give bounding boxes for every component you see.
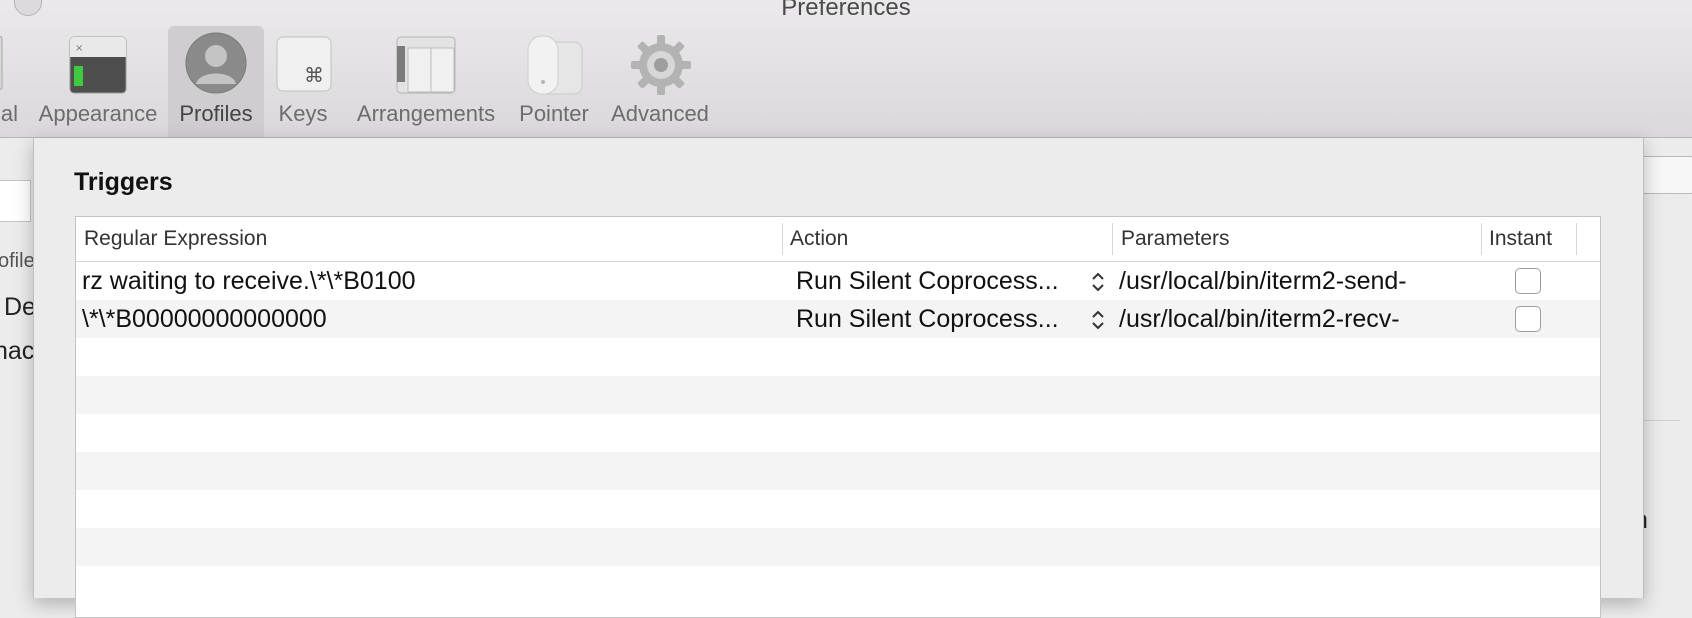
parameters-cell[interactable]: /usr/local/bin/iterm2-send- <box>1119 262 1474 300</box>
tab-keys[interactable]: ⌘ Keys <box>268 26 338 137</box>
empty-row <box>76 490 1600 528</box>
instant-checkbox[interactable] <box>1515 306 1541 332</box>
mouse-pointer-icon <box>527 35 583 95</box>
regex-cell[interactable]: \*\*B00000000000000 <box>82 300 772 338</box>
action-popup[interactable]: Run Silent Coprocess... <box>796 300 1059 338</box>
window-title: Preferences <box>781 0 911 21</box>
general-icon <box>0 36 3 90</box>
background-text-field <box>0 180 31 222</box>
tab-appearance-label: Appearance <box>38 101 158 126</box>
triggers-sheet: Triggers Regular Expression Action Param… <box>33 138 1644 618</box>
tab-arrangements[interactable]: Arrangements <box>350 26 502 137</box>
background-fragment-1: ofile <box>0 250 35 272</box>
tab-keys-label: Keys <box>278 101 328 126</box>
popup-chevron-icon <box>1092 272 1104 292</box>
tab-arrangements-label: Arrangements <box>356 101 496 126</box>
column-header-parameters[interactable]: Parameters <box>1113 217 1481 261</box>
tab-general[interactable]: al <box>0 26 22 137</box>
gear-icon <box>631 35 691 95</box>
svg-text:⌘: ⌘ <box>304 63 324 87</box>
table-row[interactable]: rz waiting to receive.\*\*B0100 Run Sile… <box>76 262 1600 300</box>
tab-advanced[interactable]: Advanced <box>604 26 716 137</box>
toolbar: Preferences al × Appearance Profiles ⌘ K… <box>0 0 1692 138</box>
action-popup[interactable]: Run Silent Coprocess... <box>796 262 1059 300</box>
column-header-action[interactable]: Action <box>782 217 1112 261</box>
tab-profiles[interactable]: Profiles <box>168 26 264 137</box>
action-popup-label: Run Silent Coprocess... <box>796 267 1059 295</box>
tab-advanced-label: Advanced <box>611 101 709 126</box>
table-row[interactable]: \*\*B00000000000000 Run Silent Coprocess… <box>76 300 1600 338</box>
tab-appearance[interactable]: × Appearance <box>33 26 163 137</box>
regex-cell[interactable]: rz waiting to receive.\*\*B0100 <box>82 262 772 300</box>
action-popup-label: Run Silent Coprocess... <box>796 305 1059 333</box>
tab-pointer[interactable]: Pointer <box>512 26 596 137</box>
empty-row <box>76 414 1600 452</box>
popup-chevron-icon <box>1092 310 1104 330</box>
arrangements-icon <box>396 36 456 94</box>
instant-checkbox[interactable] <box>1515 268 1541 294</box>
triggers-table[interactable]: Regular Expression Action Parameters Ins… <box>75 216 1601 618</box>
command-key-icon: ⌘ <box>276 36 332 92</box>
profile-person-icon <box>185 32 247 94</box>
empty-row <box>76 452 1600 490</box>
tab-profiles-label: Profiles <box>179 101 253 126</box>
parameters-cell[interactable]: /usr/local/bin/iterm2-recv- <box>1119 300 1474 338</box>
empty-row <box>76 528 1600 566</box>
empty-row <box>76 376 1600 414</box>
appearance-icon: × <box>69 36 127 94</box>
background-fragment-2: De <box>4 293 36 321</box>
tab-general-label: al <box>0 101 18 126</box>
tab-pointer-label: Pointer <box>519 101 589 126</box>
column-separator <box>1576 223 1577 255</box>
svg-text:×: × <box>75 43 83 54</box>
table-header: Regular Expression Action Parameters Ins… <box>76 217 1600 262</box>
empty-row <box>76 566 1600 604</box>
empty-row <box>76 338 1600 376</box>
background-fragment-3: nac <box>0 337 35 365</box>
column-header-regex[interactable]: Regular Expression <box>76 217 782 261</box>
column-header-instant[interactable]: Instant <box>1481 217 1571 261</box>
sheet-title: Triggers <box>74 168 173 196</box>
